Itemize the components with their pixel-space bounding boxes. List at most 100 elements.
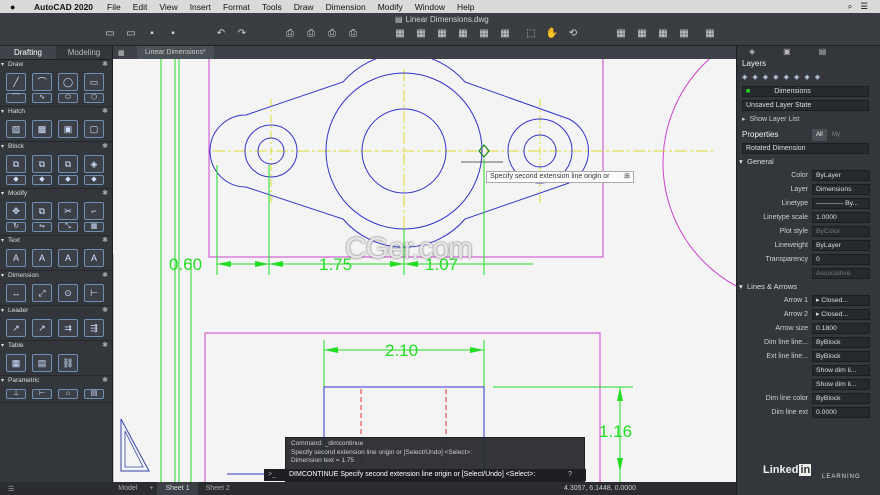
layer-tool-icon[interactable]: ▦ xyxy=(656,28,670,40)
zoom-window-icon[interactable]: ⬚ xyxy=(524,28,538,40)
rectangle-icon[interactable]: ▭ xyxy=(84,73,104,91)
save-as-icon[interactable]: ▪ xyxy=(166,28,180,40)
apple-icon[interactable]: ● xyxy=(10,2,24,12)
constraint-bar-icon[interactable]: ▤ xyxy=(84,389,104,399)
tab-modeling[interactable]: Modeling xyxy=(56,46,112,59)
trim-icon[interactable]: ✂ xyxy=(58,202,78,220)
linear-dim-icon[interactable]: ↔ xyxy=(6,284,26,302)
current-layer-select[interactable]: ■ Dimensions xyxy=(742,85,869,97)
create-block-icon[interactable]: ⧉ xyxy=(32,155,52,173)
data-link-icon[interactable]: ⛓ xyxy=(58,354,78,372)
ellipse-icon[interactable]: ⬭ xyxy=(58,93,78,103)
properties-tool-icon[interactable]: ▦ xyxy=(614,28,628,40)
tool-5-icon[interactable]: ▦ xyxy=(477,28,491,40)
design-center-icon[interactable]: ▦ xyxy=(677,28,691,40)
command-input[interactable]: >_ DIMCONTINUE Specify second extension … xyxy=(264,469,586,481)
prop-show-dim-line-1[interactable]: Show dim li... xyxy=(812,364,870,376)
layer-tool-icon[interactable]: ◈ xyxy=(815,73,820,81)
prop-color[interactable]: ByLayer xyxy=(812,169,870,181)
layer-state-select[interactable]: Unsaved Layer State xyxy=(742,99,869,111)
section-header-modify[interactable]: Modify✱ xyxy=(0,189,112,199)
new-file-icon[interactable]: ▭ xyxy=(103,28,117,40)
section-header-hatch[interactable]: Hatch✱ xyxy=(0,107,112,117)
tool-2-icon[interactable]: ▦ xyxy=(414,28,428,40)
properties-tab-icon[interactable]: ▤ xyxy=(819,46,827,58)
prop-dim-line-lineweight[interactable]: ByBlock xyxy=(812,336,870,348)
batch-plot-icon[interactable]: ⎙ xyxy=(346,28,360,40)
prop-linetype[interactable]: ———— By... xyxy=(812,197,870,209)
scale-icon[interactable]: ⤡ xyxy=(58,222,78,232)
layer-tool-icon[interactable]: ◈ xyxy=(752,73,757,81)
menu-view[interactable]: View xyxy=(159,2,177,12)
align-leader-icon[interactable]: ⇉ xyxy=(58,319,78,337)
mirror-icon[interactable]: ⇋ xyxy=(32,222,52,232)
dim-style-icon[interactable]: ⊢ xyxy=(84,284,104,302)
file-tab[interactable]: Linear Dimensions* xyxy=(137,46,214,59)
copy-icon[interactable]: ⧉ xyxy=(32,202,52,220)
tab-model[interactable]: Model xyxy=(110,482,145,495)
table-icon[interactable]: ▦ xyxy=(6,354,26,372)
list-icon[interactable]: ☰ xyxy=(0,485,22,493)
tool-3-icon[interactable]: ▦ xyxy=(435,28,449,40)
match-props-icon[interactable]: ▦ xyxy=(635,28,649,40)
section-header-dimension[interactable]: Dimension✱ xyxy=(0,271,112,281)
prop-transparency[interactable]: 0 xyxy=(812,253,870,265)
blocks-tab-icon[interactable]: ▣ xyxy=(783,46,791,58)
attribute-icon[interactable]: ◈ xyxy=(84,155,104,173)
drawing-svg[interactable]: 0.60 1.75 1.07 2.10 1.16 xyxy=(113,59,736,482)
plot-icon[interactable]: ⎙ xyxy=(283,28,297,40)
aligned-dim-icon[interactable]: ⤢ xyxy=(32,284,52,302)
block-tool-3-icon[interactable]: ◆ xyxy=(58,175,78,185)
arc-icon[interactable]: ⌒ xyxy=(6,93,26,103)
section-header-parametric[interactable]: Parametric✱ xyxy=(0,376,112,386)
tooltip-options-icon[interactable]: ⊞ xyxy=(624,172,630,182)
array-icon[interactable]: ▦ xyxy=(84,222,104,232)
layer-tool-icon[interactable]: ◈ xyxy=(784,73,789,81)
prop-ext-line-lineweight[interactable]: ByBlock xyxy=(812,350,870,362)
tab-drafting[interactable]: Drafting xyxy=(0,46,56,59)
app-name[interactable]: AutoCAD 2020 xyxy=(34,2,93,12)
undo-icon[interactable]: ↶ xyxy=(214,28,228,40)
menu-dimension[interactable]: Dimension xyxy=(326,2,366,12)
spell-check-icon[interactable]: A xyxy=(84,249,104,267)
auto-constrain-icon[interactable]: ⌂ xyxy=(58,389,78,399)
filter-my-button[interactable]: My xyxy=(832,129,840,141)
save-icon[interactable]: ▪ xyxy=(145,28,159,40)
text-icon[interactable]: A xyxy=(32,249,52,267)
layer-tool-icon[interactable]: ◈ xyxy=(804,73,809,81)
dimensional-constraint-icon[interactable]: ⊢ xyxy=(32,389,52,399)
layers-tab-icon[interactable]: ◈ xyxy=(749,46,755,58)
text-style-icon[interactable]: A xyxy=(58,249,78,267)
orbit-icon[interactable]: ⟲ xyxy=(566,28,580,40)
general-group[interactable]: General xyxy=(737,155,880,168)
add-layout-icon[interactable]: + xyxy=(145,485,157,492)
tool-4-icon[interactable]: ▦ xyxy=(456,28,470,40)
menu-help[interactable]: Help xyxy=(457,2,474,12)
line-icon[interactable]: ╱ xyxy=(6,73,26,91)
layer-tool-icon[interactable]: ◈ xyxy=(763,73,768,81)
prop-linetype-scale[interactable]: 1.0000 xyxy=(812,211,870,223)
search-icon[interactable]: ⌕ xyxy=(848,1,853,12)
spline-icon[interactable]: ∿ xyxy=(32,93,52,103)
radius-dim-icon[interactable]: ⊙ xyxy=(58,284,78,302)
grid-view-icon[interactable]: ▦ xyxy=(118,49,125,57)
fillet-icon[interactable]: ⌐ xyxy=(84,202,104,220)
tool-6-icon[interactable]: ▦ xyxy=(498,28,512,40)
menu-window[interactable]: Window xyxy=(415,2,445,12)
print-preview-icon[interactable]: ⎙ xyxy=(304,28,318,40)
polygon-icon[interactable]: ⬡ xyxy=(84,93,104,103)
section-header-table[interactable]: Table✱ xyxy=(0,341,112,351)
prop-arrow-1[interactable]: ▸ Closed... xyxy=(812,294,870,306)
circle-icon[interactable]: ◯ xyxy=(58,73,78,91)
layer-tool-icon[interactable]: ◈ xyxy=(773,73,778,81)
geometric-constraint-icon[interactable]: ⊥ xyxy=(6,389,26,399)
redo-icon[interactable]: ↷ xyxy=(235,28,249,40)
edit-block-icon[interactable]: ⧉ xyxy=(58,155,78,173)
tool-1-icon[interactable]: ▦ xyxy=(393,28,407,40)
section-header-leader[interactable]: Leader✱ xyxy=(0,306,112,316)
new-layer-icon[interactable]: ◈ xyxy=(742,73,747,81)
lines-arrows-group[interactable]: Lines & Arrows xyxy=(737,280,880,293)
block-tool-2-icon[interactable]: ◆ xyxy=(32,175,52,185)
move-icon[interactable]: ✥ xyxy=(6,202,26,220)
open-file-icon[interactable]: ▭ xyxy=(124,28,138,40)
